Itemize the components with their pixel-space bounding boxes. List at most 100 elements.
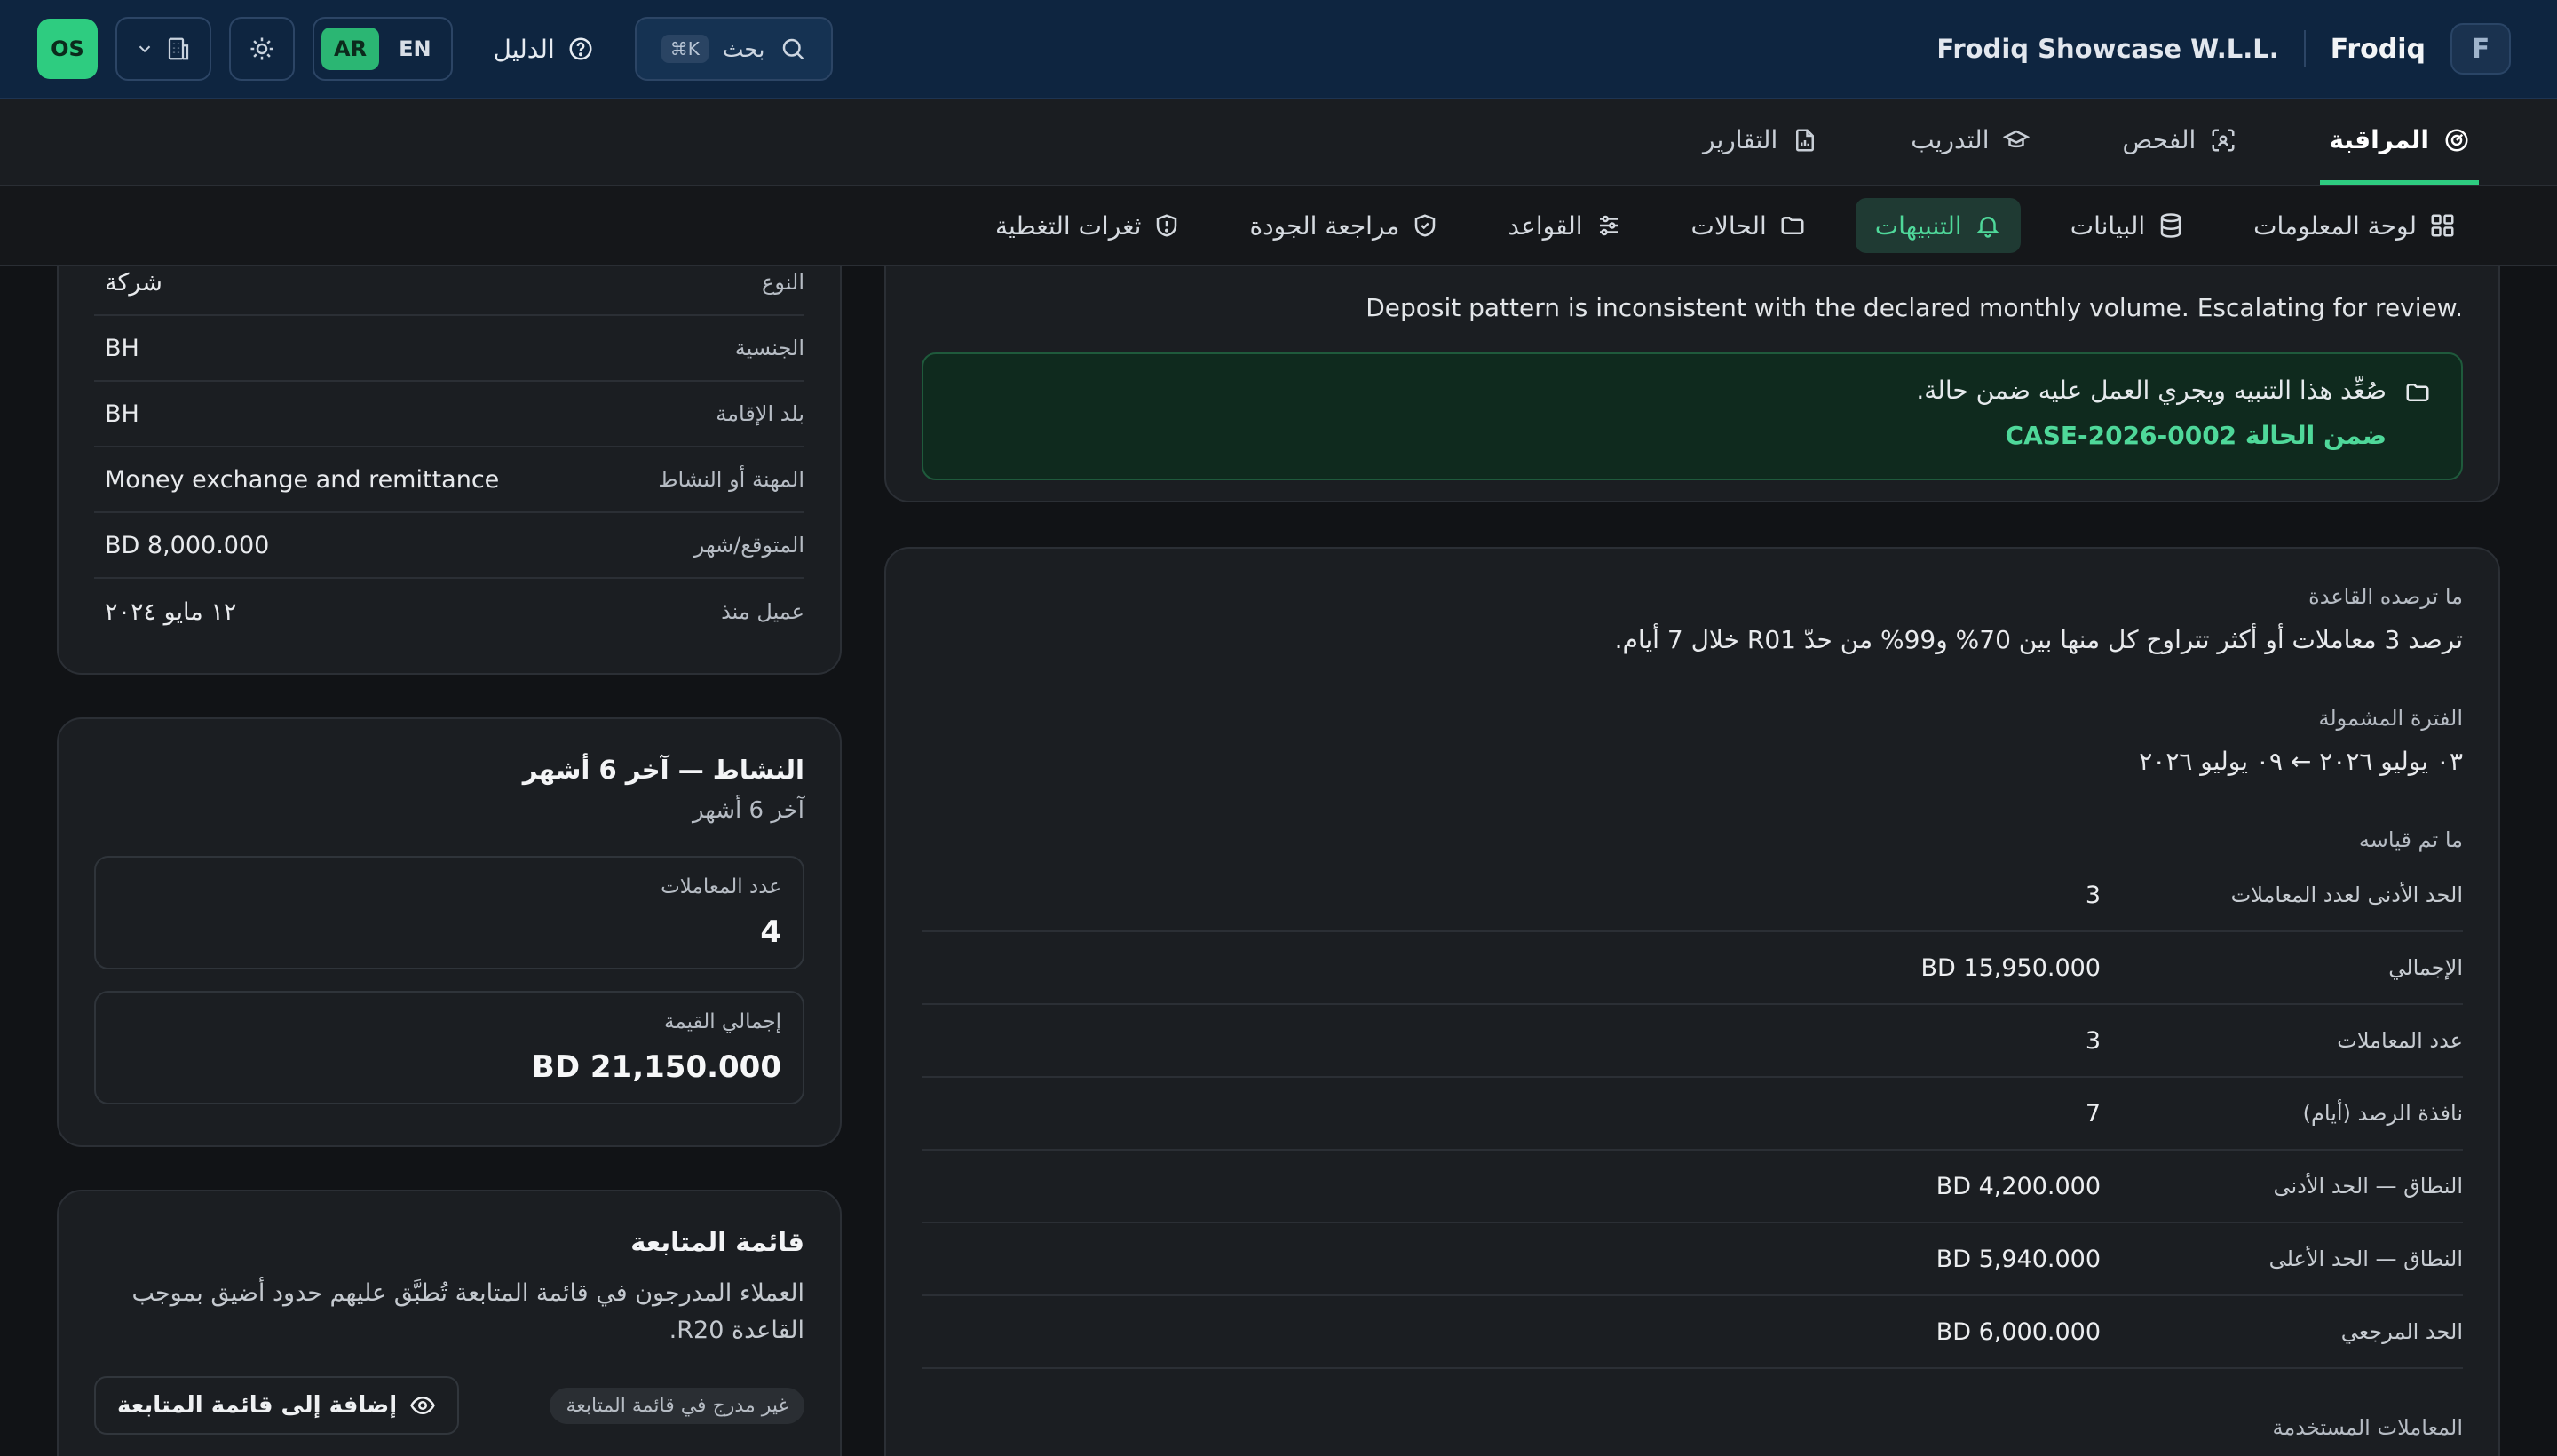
subnav-quality-review[interactable]: مراجعة الجودة	[1230, 198, 1458, 253]
tx-count-stat: عدد المعاملات 4	[94, 856, 804, 969]
profile-value: Money exchange and remittance	[105, 465, 500, 494]
subnav-rules-label: القواعد	[1508, 210, 1583, 241]
database-icon	[2160, 213, 2181, 238]
rule-watch-section: ما ترصده القاعدة ترصد 3 معاملات أو أكثر …	[922, 584, 2463, 654]
sun-icon	[250, 37, 273, 60]
profile-row: الجنسية BH	[94, 316, 804, 382]
lang-en-button[interactable]: EN	[386, 28, 443, 70]
metric-row: الحد المرجعي BD 6,000.000	[922, 1296, 2463, 1369]
watchlist-description: العملاء المدرجون في قائمة المتابعة تُطبَ…	[131, 1279, 804, 1344]
metric-key: عدد المعاملات	[2337, 1028, 2463, 1053]
metric-value: 3	[2085, 1026, 2101, 1055]
search-button[interactable]: بحث ⌘K	[634, 17, 833, 81]
subnav-alerts-label: التنبيهات	[1874, 210, 1962, 241]
user-avatar[interactable]: OS	[37, 19, 98, 79]
profile-key: النوع	[762, 270, 804, 295]
subnav-cases-label: الحالات	[1690, 210, 1767, 241]
case-link[interactable]: ضمن الحالة CASE-2026-0002	[1916, 421, 2387, 450]
total-value: BD 21,150.000	[531, 1049, 781, 1085]
metric-key: النطاق — الحد الأعلى	[2268, 1246, 2463, 1271]
brand-divider	[2303, 30, 2306, 67]
profile-value: ١٢ مايو ٢٠٢٤	[105, 597, 237, 626]
sub-nav: لوحة المعلومات البيانات التنبيهات الحالا…	[0, 186, 2557, 266]
profile-row: النوع شركة	[94, 266, 804, 316]
profile-key: الجنسية	[734, 336, 804, 360]
activity-title: النشاط — آخر 6 أشهر	[522, 755, 804, 785]
tab-reports[interactable]: التقارير	[1694, 99, 1827, 185]
guide-label: الدليل	[493, 34, 555, 64]
header-tools: بحث ⌘K الدليل AR EN OS	[37, 17, 833, 81]
profile-key: المهنة أو النشاط	[658, 467, 804, 492]
subnav-alerts[interactable]: التنبيهات	[1855, 198, 2021, 253]
subnav-data[interactable]: البيانات	[2051, 198, 2204, 253]
shield-check-icon	[1415, 214, 1436, 237]
brand[interactable]: F Frodiq Frodiq Showcase W.L.L.	[1936, 23, 2511, 75]
profile-row: المهنة أو النشاط Money exchange and remi…	[94, 447, 804, 513]
metric-value: 7	[2085, 1099, 2101, 1128]
profile-value: BD 8,000.000	[105, 531, 270, 559]
organization-switcher-button[interactable]	[115, 17, 211, 81]
case-linked-banner: صُعِّد هذا التنبيه ويجري العمل عليه ضمن …	[922, 352, 2463, 480]
alert-detail-content[interactable]: Deposit pattern is inconsistent with the…	[0, 266, 2557, 1456]
metric-value: BD 4,200.000	[1936, 1172, 2101, 1200]
subnav-cases[interactable]: الحالات	[1672, 198, 1825, 253]
case-banner-text: صُعِّد هذا التنبيه ويجري العمل عليه ضمن …	[1916, 376, 2387, 405]
measured-label: ما تم قياسه	[2358, 827, 2463, 852]
chevron-down-icon	[139, 45, 151, 53]
tab-training[interactable]: التدريب	[1902, 99, 2038, 185]
profile-value: BH	[105, 400, 139, 428]
tab-monitoring[interactable]: المراقبة	[2320, 99, 2479, 185]
tab-training-label: التدريب	[1911, 125, 1990, 154]
tab-screening-label: الفحص	[2122, 125, 2197, 154]
measured-section: ما تم قياسه الحد الأدنى لعدد المعاملات 3…	[922, 827, 2463, 1440]
customer-profile-card: النوع شركة الجنسية BH بلد الإقامة BH الم…	[57, 266, 842, 675]
tab-screening[interactable]: الفحص	[2113, 99, 2245, 185]
brand-name: Frodiq	[2330, 33, 2426, 65]
profile-row: عميل منذ ١٢ مايو ٢٠٢٤	[94, 579, 804, 645]
search-label: بحث	[722, 36, 765, 62]
subnav-dashboard[interactable]: لوحة المعلومات	[2234, 198, 2475, 253]
watchlist-actions: غير مدرج في قائمة المتابعة إضافة إلى قائ…	[94, 1376, 804, 1435]
theme-toggle-button[interactable]	[229, 17, 295, 81]
metric-key: الحد المرجعي	[2340, 1319, 2463, 1344]
period-label: الفترة المشمولة	[2318, 706, 2463, 731]
watchlist-title: قائمة المتابعة	[630, 1227, 804, 1257]
subnav-rules[interactable]: القواعد	[1488, 198, 1641, 253]
profile-key: بلد الإقامة	[716, 401, 804, 426]
subnav-quality-review-label: مراجعة الجودة	[1249, 210, 1400, 241]
profile-value: BH	[105, 334, 139, 362]
metric-value: BD 6,000.000	[1936, 1318, 2101, 1346]
profile-value: شركة	[105, 268, 162, 297]
subnav-data-label: البيانات	[2070, 210, 2146, 241]
organization-name[interactable]: Frodiq Showcase W.L.L.	[1936, 34, 2278, 64]
add-to-watchlist-button[interactable]: إضافة إلى قائمة المتابعة	[94, 1376, 460, 1435]
scan-icon	[2212, 129, 2235, 151]
subnav-coverage-gaps[interactable]: ثغرات التغطية	[976, 198, 1200, 253]
metric-value: 3	[2085, 881, 2101, 909]
total-value-stat: إجمالي القيمة BD 21,150.000	[94, 991, 804, 1104]
rule-watch-label: ما ترصده القاعدة	[2308, 584, 2463, 609]
tx-count-label: عدد المعاملات	[661, 875, 781, 898]
folder-icon	[1781, 217, 1804, 234]
monitor-gauge-icon	[2445, 129, 2468, 151]
guide-link[interactable]: الدليل	[471, 35, 617, 64]
language-switcher: AR EN	[313, 17, 453, 81]
search-icon	[782, 38, 804, 60]
bell-icon	[1975, 217, 1999, 238]
alert-summary-card: Deposit pattern is inconsistent with the…	[884, 266, 2500, 502]
watchlist-card: قائمة المتابعة العملاء المدرجون في قائمة…	[57, 1190, 842, 1456]
metric-row: عدد المعاملات 3	[922, 1005, 2463, 1078]
total-value-label: إجمالي القيمة	[663, 1010, 781, 1033]
main-nav: المراقبة الفحص التدريب التقارير	[0, 99, 2557, 186]
search-shortcut: ⌘K	[661, 35, 709, 63]
metric-key: النطاق — الحد الأدنى	[2273, 1174, 2463, 1199]
metric-value: BD 15,950.000	[1920, 954, 2102, 982]
shield-alert-icon	[1157, 214, 1177, 237]
metric-value: BD 5,940.000	[1936, 1245, 2101, 1273]
report-file-icon	[1796, 129, 1815, 151]
lang-ar-button[interactable]: AR	[321, 28, 380, 70]
metric-row: النطاق — الحد الأعلى BD 5,940.000	[922, 1223, 2463, 1296]
activity-subtitle: آخر 6 أشهر	[692, 797, 804, 824]
tab-monitoring-label: المراقبة	[2329, 125, 2429, 154]
period-section: الفترة المشمولة ٠٣ يوليو ٢٠٢٦ ← ٠٩ يوليو…	[922, 706, 2463, 776]
